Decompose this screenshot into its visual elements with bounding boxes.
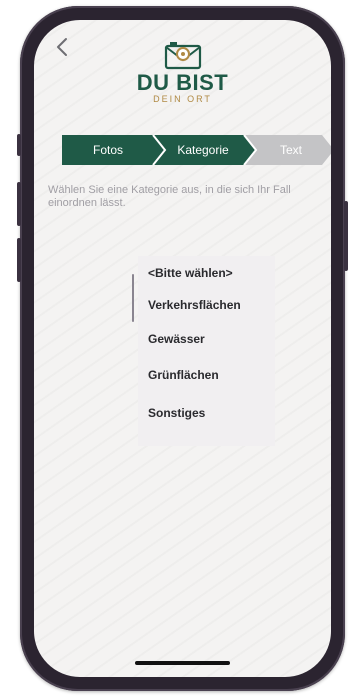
volume-up-button xyxy=(17,182,21,226)
picker-option-placeholder[interactable]: <Bitte wählen> xyxy=(148,266,233,280)
picker-option-verkehrsflaechen[interactable]: Verkehrsflächen xyxy=(148,298,241,312)
volume-down-button xyxy=(17,238,21,282)
power-button xyxy=(344,201,348,271)
camera-pin-icon xyxy=(164,42,201,70)
picker-option-sonstiges[interactable]: Sonstiges xyxy=(148,406,205,420)
category-picker[interactable]: <Bitte wählen> Verkehrsflächen Gewässer … xyxy=(138,256,275,446)
home-indicator[interactable] xyxy=(135,661,230,665)
mute-switch xyxy=(17,134,21,156)
phone-frame: DU BIST DEIN ORT Fotos Kategorie Text Wä… xyxy=(17,6,348,691)
instruction-text: Wählen Sie eine Kategorie aus, in die si… xyxy=(48,184,291,209)
step-text[interactable]: Text xyxy=(252,135,330,165)
picker-scroll-indicator[interactable] xyxy=(132,274,134,322)
logo-title: DU BIST xyxy=(136,70,229,95)
step-kategorie[interactable]: Kategorie xyxy=(160,135,246,165)
picker-option-gruenflaechen[interactable]: Grünflächen xyxy=(148,368,219,382)
logo-subtitle: DEIN ORT xyxy=(153,94,212,104)
app-logo: DU BIST DEIN ORT xyxy=(34,40,331,105)
step-fotos[interactable]: Fotos xyxy=(62,135,154,165)
picker-option-gewaesser[interactable]: Gewässer xyxy=(148,332,205,346)
step-progress: Fotos Kategorie Text xyxy=(62,135,331,165)
app-screen: DU BIST DEIN ORT Fotos Kategorie Text Wä… xyxy=(34,20,331,677)
